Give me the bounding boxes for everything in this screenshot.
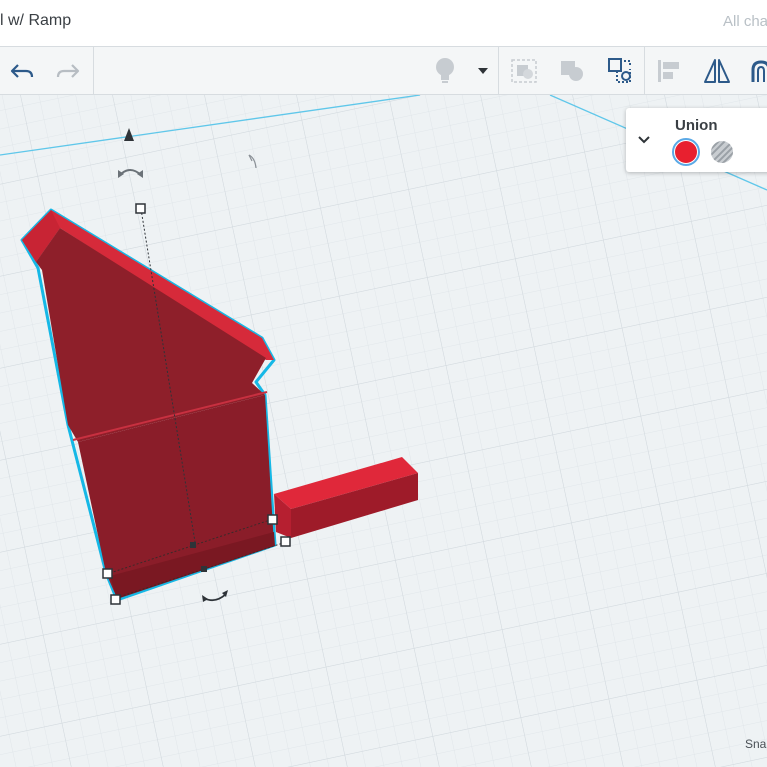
edge-handle[interactable] (201, 566, 207, 572)
lightbulb-icon (436, 57, 454, 83)
workplane-viewport[interactable] (0, 95, 767, 767)
corner-handle[interactable] (280, 536, 291, 547)
dropdown-caret-icon (478, 67, 488, 74)
ungroup-button[interactable] (554, 47, 590, 94)
duplicate-button[interactable] (602, 47, 638, 94)
ungroup-icon (561, 60, 583, 81)
cruise-button[interactable] (744, 47, 767, 94)
solid-color-button[interactable] (672, 138, 700, 166)
design-title[interactable]: l w/ Ramp (0, 12, 71, 30)
align-icon (658, 59, 679, 82)
solid-color-swatch (675, 141, 697, 163)
snap-grid-label[interactable]: Sna (745, 737, 766, 751)
workplane-canvas (0, 95, 767, 767)
shape-inspector: Union (626, 108, 767, 172)
toolbar-separator (644, 47, 645, 94)
mirror-icon (704, 58, 730, 83)
group-icon (511, 58, 537, 83)
hole-pattern-icon[interactable] (710, 140, 734, 164)
undo-button[interactable] (2, 47, 42, 94)
corner-handle[interactable] (102, 568, 113, 579)
corner-handle[interactable] (267, 514, 278, 525)
chevron-down-icon[interactable] (637, 135, 651, 145)
save-status: All cha (723, 13, 767, 30)
magnet-icon (751, 59, 767, 82)
toolbar (0, 47, 767, 95)
toolbar-separator (93, 47, 94, 94)
duplicate-icon (608, 57, 631, 83)
lighting-dropdown[interactable] (472, 47, 494, 94)
corner-handle[interactable] (110, 594, 121, 605)
inspector-title: Union (675, 117, 718, 134)
height-handle[interactable] (135, 203, 146, 214)
redo-arrow-icon (56, 63, 80, 78)
redo-button[interactable] (48, 47, 88, 94)
mirror-button[interactable] (699, 47, 735, 94)
align-button[interactable] (651, 47, 687, 94)
title-bar: l w/ Ramp All cha (0, 0, 767, 47)
group-button[interactable] (506, 47, 542, 94)
undo-arrow-icon (10, 63, 34, 78)
show-all-button[interactable] (428, 47, 462, 94)
toolbar-separator (498, 47, 499, 94)
edge-handle[interactable] (190, 542, 196, 548)
